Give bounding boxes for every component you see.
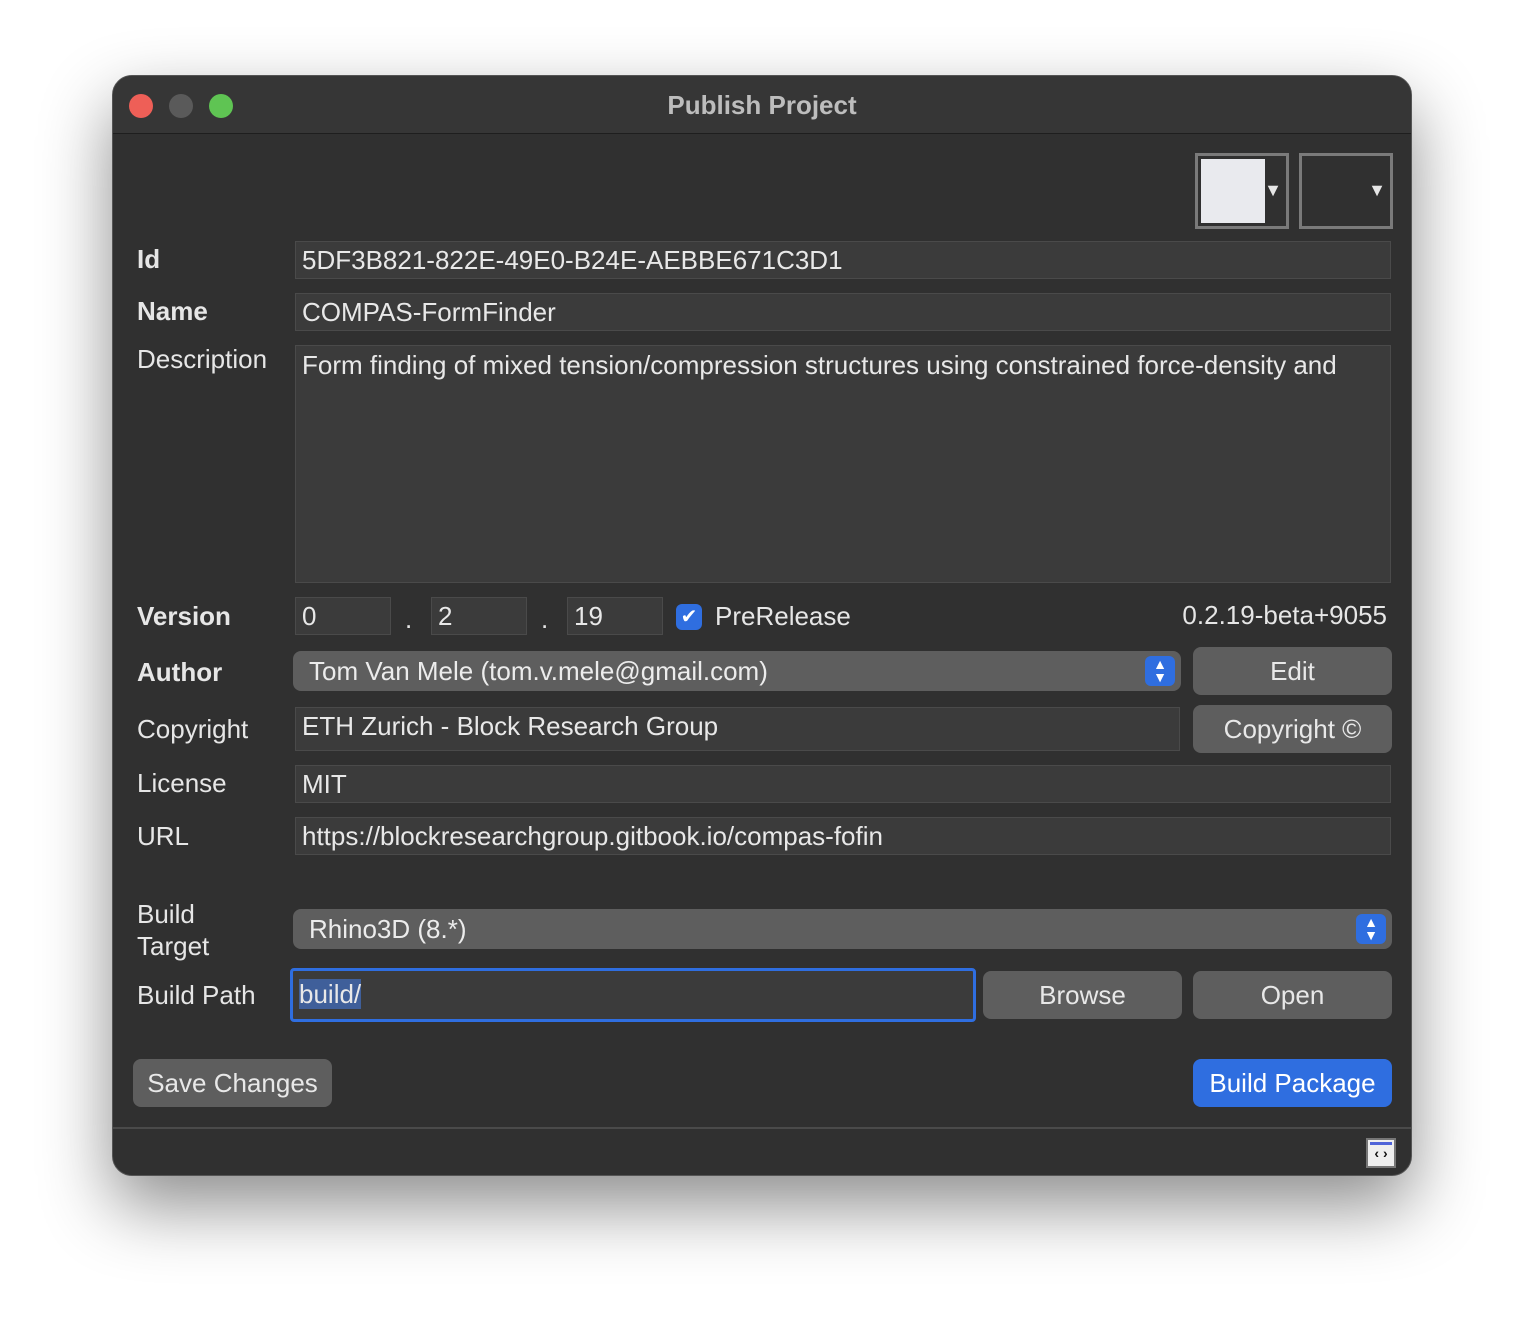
save-changes-button[interactable]: Save Changes xyxy=(133,1059,332,1107)
build-path-input[interactable]: build/ xyxy=(290,968,976,1022)
edit-author-button[interactable]: Edit xyxy=(1193,647,1392,695)
code-view-icon[interactable]: ‹ › xyxy=(1366,1138,1396,1168)
build-target-label: Build Target xyxy=(137,899,210,961)
version-string: 0.2.19-beta+9055 xyxy=(1182,600,1387,630)
build-package-button[interactable]: Build Package xyxy=(1193,1059,1392,1107)
description-label: Description xyxy=(137,344,268,374)
build-path-label: Build Path xyxy=(137,980,256,1010)
title-bar: Publish Project xyxy=(113,76,1411,134)
description-textarea[interactable]: Form finding of mixed tension/compressio… xyxy=(295,345,1391,583)
prerelease-label: PreRelease xyxy=(715,601,851,631)
prerelease-checkbox[interactable]: ✔ xyxy=(676,604,702,630)
copyright-label: Copyright xyxy=(137,714,249,744)
name-field[interactable]: COMPAS-FormFinder xyxy=(295,293,1391,331)
footer-divider xyxy=(113,1127,1411,1129)
url-label: URL xyxy=(137,821,190,851)
secondary-dropdown[interactable]: ▼ xyxy=(1299,153,1393,229)
copyright-button[interactable]: Copyright © xyxy=(1193,705,1392,753)
open-button[interactable]: Open xyxy=(1193,971,1392,1019)
copyright-field[interactable]: ETH Zurich - Block Research Group xyxy=(295,707,1180,751)
license-field[interactable]: MIT xyxy=(295,765,1391,803)
id-field[interactable]: 5DF3B821-822E-49E0-B24E-AEBBE671C3D1 xyxy=(295,241,1391,279)
author-value: Tom Van Mele (tom.v.mele@gmail.com) xyxy=(309,656,768,686)
version-separator: . xyxy=(541,604,549,634)
version-patch-field[interactable]: 19 xyxy=(567,597,663,635)
select-stepper-icon: ▲ ▼ xyxy=(1356,914,1386,944)
id-label: Id xyxy=(137,244,161,274)
checkmark-icon: ✔ xyxy=(680,606,698,628)
color-swatch xyxy=(1201,159,1265,223)
version-minor-field[interactable]: 2 xyxy=(431,597,527,635)
dropdown-arrow-icon: ▼ xyxy=(1368,180,1386,200)
author-label: Author xyxy=(137,657,223,687)
color-dropdown[interactable]: ▼ xyxy=(1195,153,1289,229)
build-path-value: build/ xyxy=(299,979,362,1009)
window-title: Publish Project xyxy=(667,90,857,120)
build-target-value: Rhino3D (8.*) xyxy=(309,914,467,944)
name-label: Name xyxy=(137,296,208,326)
select-stepper-icon: ▲ ▼ xyxy=(1145,656,1175,686)
dropdown-arrow-icon: ▼ xyxy=(1264,180,1282,200)
publish-project-window: Publish Project ▼ ▼ Id 5DF3B821-822E-49E… xyxy=(112,75,1412,1176)
version-label: Version xyxy=(137,601,231,631)
author-select[interactable]: Tom Van Mele (tom.v.mele@gmail.com) ▲ ▼ xyxy=(293,651,1181,691)
build-target-select[interactable]: Rhino3D (8.*) ▲ ▼ xyxy=(293,909,1392,949)
license-label: License xyxy=(137,768,227,798)
version-major-field[interactable]: 0 xyxy=(295,597,391,635)
url-field[interactable]: https://blockresearchgroup.gitbook.io/co… xyxy=(295,817,1391,855)
browse-button[interactable]: Browse xyxy=(983,971,1182,1019)
version-separator: . xyxy=(405,604,413,634)
